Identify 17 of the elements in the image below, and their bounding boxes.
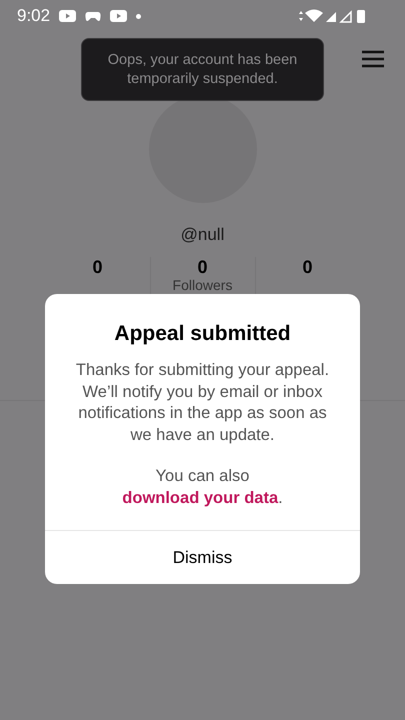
dialog-note: You can also download your data. [121, 466, 284, 508]
stat-count: 0 [197, 257, 208, 278]
stat-label: Followers [172, 278, 232, 292]
toast-message: Oops, your account has been temporarily suspended. [81, 38, 324, 101]
dialog-message: Thanks for submitting your appeal. We’ll notify you by email or inbox notifications in the app as soon as we have an update. [74, 360, 330, 446]
video-app-icon [110, 10, 128, 22]
username: @null [180, 225, 226, 245]
gamepad-icon [85, 10, 102, 22]
download-data-link[interactable]: download your data [122, 488, 278, 506]
status-time: 9:02 [17, 6, 50, 26]
stat-count: 0 [92, 257, 102, 278]
stat-count: 0 [302, 257, 312, 278]
dot-icon [136, 14, 142, 18]
dialog-title: Appeal submitted [114, 322, 291, 346]
video-app-icon [59, 10, 76, 22]
menu-icon[interactable] [362, 50, 384, 68]
dismiss-button[interactable]: Dismiss [45, 530, 360, 584]
